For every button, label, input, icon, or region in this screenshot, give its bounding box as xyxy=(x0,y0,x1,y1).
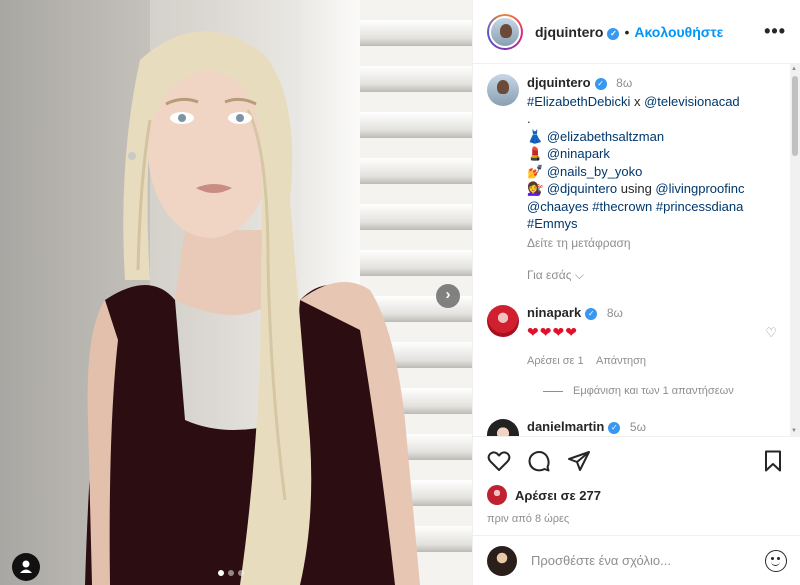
credit-line: 💇‍♀️ @djquintero using @livingproofinc xyxy=(527,181,745,196)
current-user-avatar xyxy=(487,545,517,576)
mention-link[interactable]: @elizabethsaltzman xyxy=(547,129,664,144)
mention-link[interactable]: @chaayes xyxy=(527,199,589,214)
comment-icon[interactable] xyxy=(527,449,551,473)
view-replies-button[interactable]: Εμφάνιση και των 1 απαντήσεων xyxy=(543,385,779,397)
portrait-figure xyxy=(85,31,420,585)
see-translation-link[interactable]: Δείτε τη μετάφραση xyxy=(527,235,745,253)
comments-scrollbar[interactable]: ▲ ▼ xyxy=(790,64,800,436)
more-options-icon[interactable]: ••• xyxy=(764,21,786,42)
scroll-thumb[interactable] xyxy=(792,76,798,156)
author-avatar[interactable] xyxy=(487,13,523,50)
comments-list: djquintero ✓ 8ω #ElizabethDebicki x @tele… xyxy=(473,64,793,436)
hashtag-link[interactable]: #thecrown xyxy=(592,199,652,214)
hashtag-link[interactable]: #princessdiana xyxy=(656,199,743,214)
add-comment-bar xyxy=(473,535,800,585)
mention-link[interactable]: @djquintero xyxy=(547,181,617,196)
carousel-dot xyxy=(238,570,244,576)
comment-time: 8ω xyxy=(606,306,623,320)
person-icon xyxy=(20,560,32,573)
comment-item: danielmartin✓ 5ω ❤❤❤ ♡ xyxy=(487,419,779,436)
verified-badge-icon: ✓ xyxy=(585,308,598,320)
emoji-icon[interactable] xyxy=(765,549,787,572)
post-timestamp: πριν από 8 ώρες xyxy=(487,513,570,525)
share-icon[interactable] xyxy=(567,449,591,473)
scroll-up-icon[interactable]: ▲ xyxy=(791,66,797,72)
tagged-users-button[interactable] xyxy=(12,553,40,581)
scroll-down-icon[interactable]: ▼ xyxy=(791,428,797,434)
commenter-avatar[interactable] xyxy=(487,305,519,337)
follow-button[interactable]: Ακολουθήστε xyxy=(634,24,723,40)
likes-count[interactable]: Αρέσει σε 277 xyxy=(515,488,601,503)
commenter-username[interactable]: ninapark xyxy=(527,305,581,320)
credit-line: 💅 @nails_by_yoko xyxy=(527,163,643,179)
hashtag-link[interactable]: #ElizabethDebicki xyxy=(527,94,630,109)
author-username[interactable]: djquintero ✓ xyxy=(535,24,620,40)
carousel-dot xyxy=(218,570,224,576)
carousel-indicator xyxy=(218,570,244,576)
comment-input[interactable] xyxy=(531,553,751,568)
mention-link[interactable]: @ninapark xyxy=(547,146,610,161)
hashtag-link[interactable]: #Emmys xyxy=(527,215,745,233)
verified-badge-icon: ✓ xyxy=(608,422,621,434)
comment-text: ❤❤❤❤ xyxy=(527,324,578,340)
caption-username[interactable]: djquintero xyxy=(527,75,591,90)
post-actions: Αρέσει σε 277 πριν από 8 ώρες xyxy=(473,436,800,525)
verified-badge-icon: ✓ xyxy=(607,27,620,40)
reply-button[interactable]: Απάντηση xyxy=(596,355,646,367)
post-caption: djquintero ✓ 8ω #ElizabethDebicki x @tele… xyxy=(487,74,779,252)
post-sidebar: djquintero ✓ • Ακολουθήστε ••• djquintero… xyxy=(472,0,800,585)
comment-heart-icon[interactable]: ♡ xyxy=(765,325,777,341)
post-image[interactable]: › xyxy=(0,0,472,585)
verified-badge-icon: ✓ xyxy=(594,78,607,90)
post-header: djquintero ✓ • Ακολουθήστε ••• xyxy=(473,0,800,64)
mention-link[interactable]: @nails_by_yoko xyxy=(547,164,643,179)
commenter-avatar[interactable] xyxy=(487,419,519,436)
mention-link[interactable]: @televisionacad xyxy=(644,94,740,109)
caption-avatar[interactable] xyxy=(487,74,519,106)
separator-dot: • xyxy=(624,23,630,40)
commenter-username[interactable]: danielmartin xyxy=(527,419,604,434)
heart-icon[interactable] xyxy=(487,449,511,473)
caption-time: 8ω xyxy=(616,76,633,90)
for-you-dropdown[interactable]: Για εσάς ⌵ xyxy=(527,268,779,283)
liker-avatar[interactable] xyxy=(487,485,507,505)
carousel-dot xyxy=(228,570,234,576)
credit-line: 💄 @ninapark xyxy=(527,146,610,161)
comment-likes-count[interactable]: Αρέσει σε 1 xyxy=(527,355,584,367)
comment-item: ninapark ✓ 8ω ❤❤❤❤ Αρέσει σε 1 Απάντηση ♡ xyxy=(487,305,779,367)
comment-time: 5ω xyxy=(629,420,646,434)
credit-line: 👗 @elizabethsaltzman xyxy=(527,128,665,144)
mention-link[interactable]: @livingproofinc xyxy=(655,181,744,196)
chevron-right-icon: › xyxy=(445,286,451,303)
bookmark-icon[interactable] xyxy=(761,449,785,473)
carousel-next-button[interactable]: › xyxy=(436,284,460,308)
